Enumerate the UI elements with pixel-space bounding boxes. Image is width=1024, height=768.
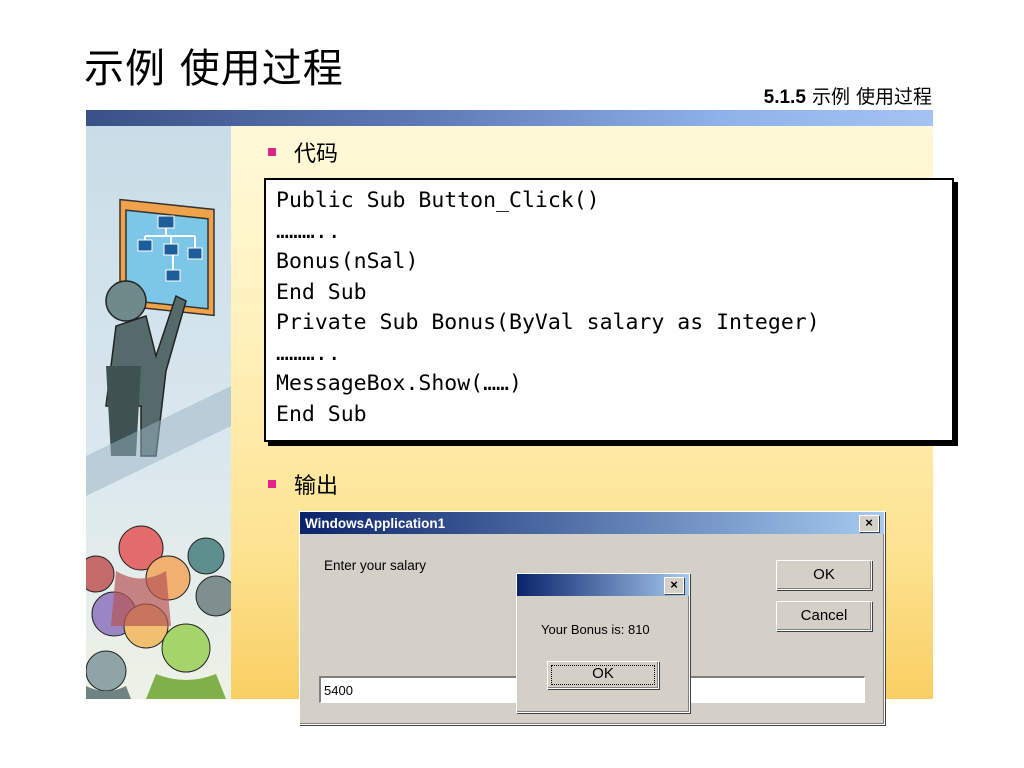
code-line: ……….. [276,218,341,244]
left-decoration-panel [86,126,231,699]
message-box-title-bar: × [517,574,689,596]
salary-prompt-label: Enter your salary [324,558,427,573]
code-line: End Sub [276,279,367,305]
ok-button[interactable]: OK [776,560,872,590]
message-ok-button[interactable]: OK [547,661,659,689]
bullet-code: 代码 [268,136,338,168]
dialog-title-bar: WindowsApplication1 × [300,512,884,534]
code-line: Public Sub Button_Click() [276,188,600,213]
header-gradient-bar [86,110,933,126]
bullet-code-label: 代码 [294,142,339,167]
close-icon[interactable]: × [664,577,684,594]
code-line: ……….. [276,340,341,366]
people-group-icon [86,525,231,699]
bullet-output-label: 输出 [294,474,339,499]
message-box: × Your Bonus is: 810 OK [516,573,690,713]
bullet-square-icon [268,148,276,156]
section-number: 5.1.5 [763,87,806,108]
code-line: End Sub [276,401,367,427]
bullet-square-icon [268,480,276,488]
close-icon[interactable]: × [859,515,879,532]
slide-title: 示例 使用过程 [84,46,344,92]
bonus-message: Your Bonus is: 810 [541,622,650,637]
section-title: 示例 使用过程 [805,86,932,108]
code-line: MessageBox.Show(……) [276,371,522,396]
code-box: Public Sub Button_Click() ……….. Bonus(nS… [264,178,954,442]
section-reference: 5.1.5 示例 使用过程 [764,82,932,109]
code-line: Bonus(nSal) [276,249,419,274]
code-line: Private Sub Bonus(ByVal salary as Intege… [276,310,820,335]
presenter-illustration [86,198,231,699]
dialog-title: WindowsApplication1 [305,515,446,531]
cancel-button[interactable]: Cancel [776,601,872,631]
bullet-output: 输出 [268,468,338,500]
